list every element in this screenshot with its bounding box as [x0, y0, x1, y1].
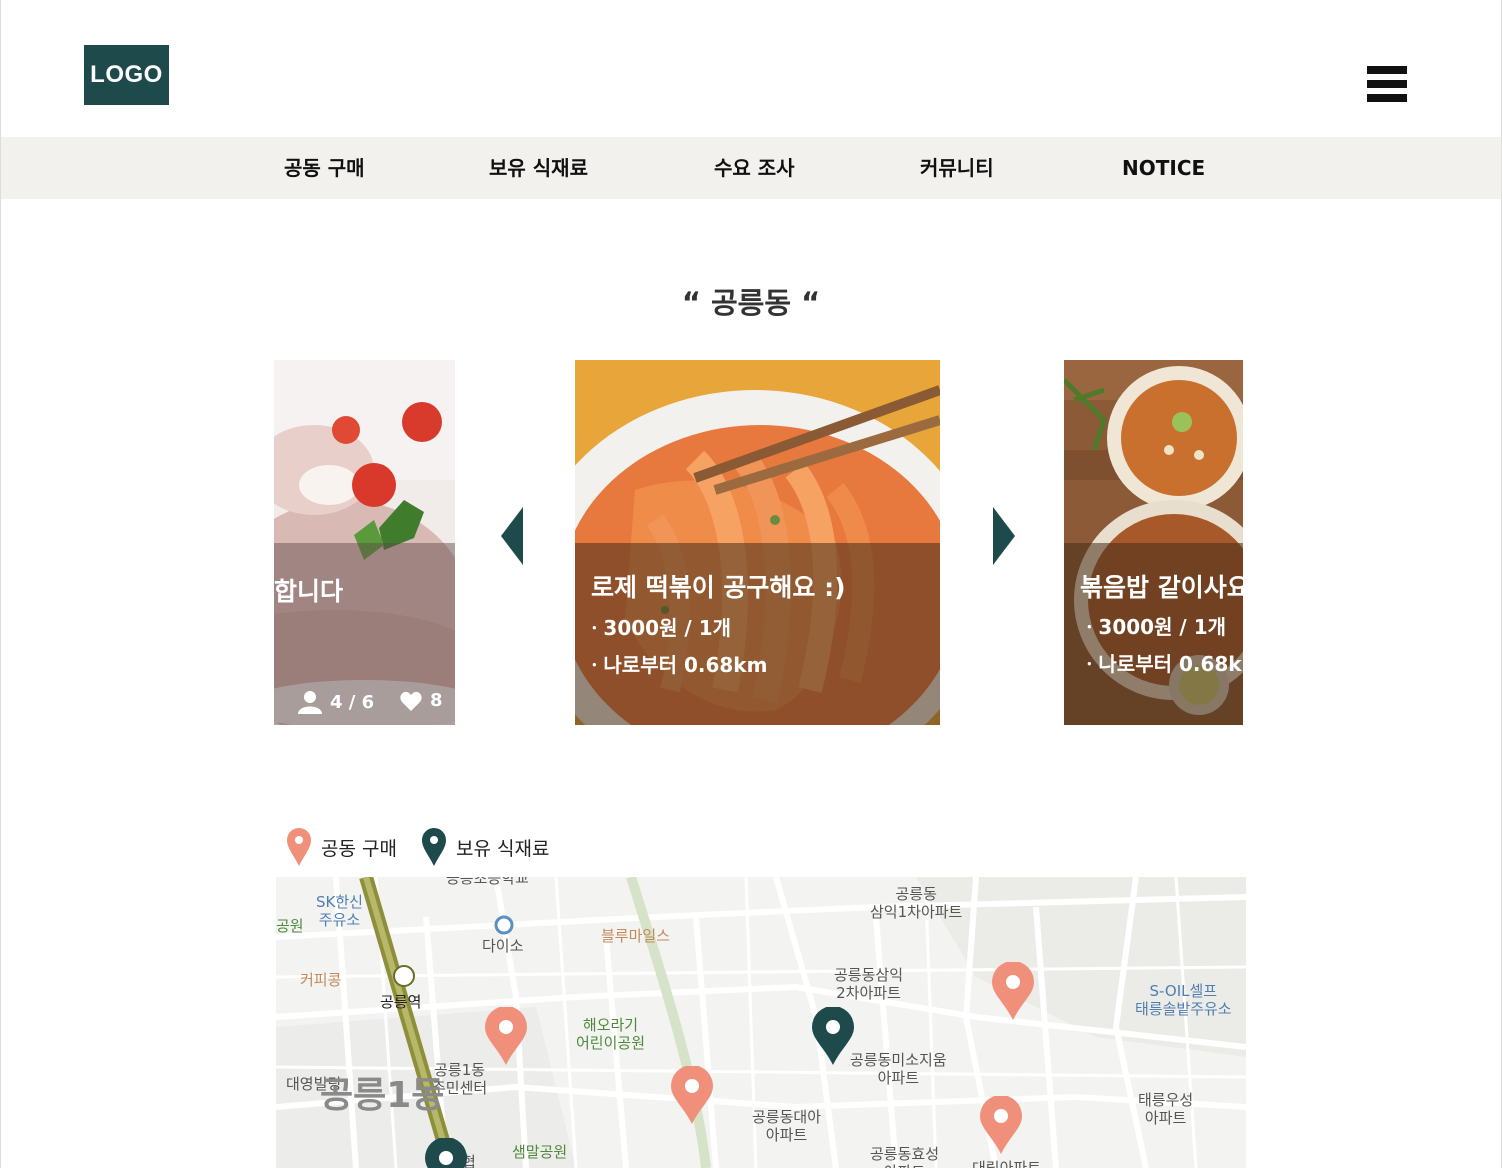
participants-count: 4 / 6: [330, 691, 375, 713]
chevron-right-icon[interactable]: [991, 507, 1015, 565]
map-pin-group-buy[interactable]: [671, 1066, 713, 1124]
map-label-district: 공릉1동: [320, 1075, 445, 1116]
heart-icon: [400, 691, 422, 711]
map-label-bluemills: 블루마일스: [601, 927, 671, 945]
product-card-fried-rice[interactable]: 볶음밥 같이사요 ㆍ3000원 / 1개 ㆍ나로부터 0.68km: [1064, 360, 1243, 725]
hamburger-menu-icon[interactable]: [1367, 66, 1407, 102]
nav-item-community[interactable]: 커뮤니티: [920, 137, 994, 199]
logo[interactable]: LOGO: [84, 45, 169, 105]
card-distance: ㆍ나로부터 0.68km: [1080, 652, 1243, 676]
map-label-school: 공릉초등학교: [446, 877, 529, 887]
legend-label-ingredients: 보유 식재료: [456, 837, 550, 860]
card-price: ㆍ3000원 / 1개: [585, 616, 732, 640]
participants-stat: 4 / 6: [298, 690, 374, 714]
map-pin-ingredients[interactable]: [425, 1138, 467, 1168]
map-pin-ingredients[interactable]: [812, 1007, 854, 1065]
map-label-daelim-apartment: 대림아파트: [972, 1159, 1042, 1168]
likes-count: 8: [430, 690, 443, 711]
map-label-saemal-park: 샘말공원: [512, 1143, 568, 1161]
likes-stat: 8: [400, 690, 443, 711]
map-label-park: 공원: [276, 917, 304, 935]
map-label-sk-gas-station: SK한신 주유소: [316, 893, 363, 929]
location-title: “ 공릉동 “: [681, 286, 821, 320]
person-icon: [298, 691, 322, 714]
nav-item-ingredients[interactable]: 보유 식재료: [489, 137, 588, 199]
map-label-misojium: 공릉동미소지움 아파트: [850, 1051, 947, 1087]
card-title: 볶음밥 같이사요: [1080, 573, 1243, 602]
card-title: 로제 떡볶이 공구해요 :): [591, 573, 846, 602]
neighborhood-map[interactable]: SK한신 주유소 공원 커피콩 공릉역 다이소 블루마일스 공릉초등학교 공릉동 삼…: [276, 877, 1246, 1168]
map-pin-group-buy[interactable]: [980, 1096, 1022, 1154]
pin-icon-group-buy: [287, 828, 311, 866]
map-label-samik1: 공릉동 삼익1차아파트: [870, 885, 963, 921]
map-label-gongneung-station: 공릉역: [380, 993, 422, 1011]
map-label-haeoragi-park: 해오라기 어린이공원: [576, 1016, 646, 1052]
map-pin-group-buy[interactable]: [485, 1007, 527, 1065]
map-label-taereung-apartment: 태릉우성 아파트: [1138, 1091, 1194, 1127]
map-label-daea-apartment: 공릉동대아 아파트: [752, 1108, 822, 1144]
nav-item-notice[interactable]: NOTICE: [1122, 137, 1205, 199]
map-label-coffee: 커피콩: [300, 971, 342, 989]
chevron-left-icon[interactable]: [501, 507, 525, 565]
card-price: ㆍ3000원 / 1개: [1080, 615, 1227, 639]
legend-label-group-buy: 공동 구매: [321, 837, 397, 860]
legend-ingredients: 보유 식재료: [422, 828, 549, 866]
product-card-tteokbokki[interactable]: 로제 떡볶이 공구해요 :) ㆍ3000원 / 1개 ㆍ나로부터 0.68km: [575, 360, 940, 725]
card-distance: ㆍ나로부터 0.68km: [585, 653, 768, 677]
map-label-hyoseong-apartment: 공릉동효성아파트: [870, 1145, 940, 1168]
pin-icon-ingredients: [422, 828, 446, 866]
map-pin-group-buy[interactable]: [992, 962, 1034, 1020]
main-nav: 공동 구매 보유 식재료 수요 조사 커뮤니티 NOTICE: [1, 137, 1501, 199]
map-label-soil: S-OIL셀프 태릉솔밭주유소: [1135, 982, 1232, 1018]
map-label-daiso: 다이소: [482, 937, 524, 955]
card-title: 합니다: [274, 577, 344, 606]
map-label-samik2: 공릉동삼익 2차아파트: [834, 966, 904, 1002]
nav-item-demand-survey[interactable]: 수요 조사: [714, 137, 795, 199]
legend-group-buy: 공동 구매: [287, 828, 397, 866]
product-card-mochi[interactable]: 합니다 4 / 6 8: [274, 360, 455, 725]
nav-item-group-buy[interactable]: 공동 구매: [284, 137, 365, 199]
